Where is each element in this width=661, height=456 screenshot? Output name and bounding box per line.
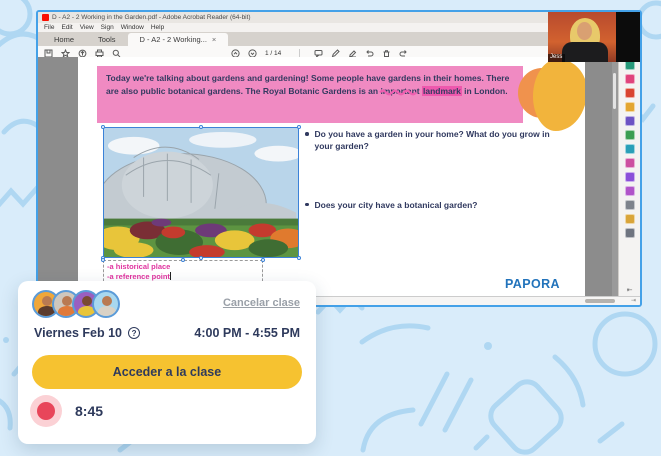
class-info-card: Cancelar clase Viernes Feb 10 ? 4:00 PM … <box>18 281 316 444</box>
class-date: Viernes Feb 10 <box>34 326 122 340</box>
tab-home[interactable]: Home <box>42 33 86 46</box>
vertical-scrollbar-thumb[interactable] <box>613 73 616 109</box>
combine-files-icon[interactable] <box>625 116 635 126</box>
window-title: D - A2 - 2 Working in the Garden.pdf - A… <box>52 14 251 21</box>
stamp-icon[interactable] <box>625 186 635 196</box>
collapse-panel-icon[interactable]: ⇤ <box>619 286 640 294</box>
help-icon[interactable]: ? <box>128 327 140 339</box>
highlighted-word: landmark <box>422 86 462 96</box>
pdf-page: Today we're talking about gardens and ga… <box>78 57 585 296</box>
horizontal-scrollbar-thumb[interactable] <box>585 299 615 303</box>
scribbled-word: important <box>380 86 419 96</box>
question-item: Do you have a garden in your home? What … <box>305 128 563 153</box>
resize-handle[interactable] <box>261 258 265 262</box>
participant-name-label: Jess <box>548 54 565 62</box>
record-dot-halo <box>30 395 62 427</box>
countdown-timer: 8:45 <box>30 395 103 427</box>
tab-document-label: D - A2 - 2 Working... <box>140 35 207 44</box>
bullet-dot <box>305 132 309 136</box>
screen: D - A2 - 2 Working in the Garden.pdf - A… <box>0 0 661 456</box>
participant-avatars <box>32 290 120 318</box>
measure-icon[interactable] <box>625 200 635 210</box>
adobe-app-icon <box>42 14 49 21</box>
tab-close-icon[interactable]: × <box>212 35 216 44</box>
page-indicator[interactable]: 1 / 14 <box>265 50 281 57</box>
record-dot-icon <box>37 402 55 420</box>
menu-sign[interactable]: Sign <box>101 24 114 31</box>
menu-window[interactable]: Window <box>121 24 144 31</box>
menu-help[interactable]: Help <box>151 24 164 31</box>
teacher-face <box>577 22 592 40</box>
garden-photo-image <box>104 128 298 257</box>
annotation-line: -a historical place <box>107 262 259 272</box>
menu-view[interactable]: View <box>80 24 94 31</box>
text-cursor <box>170 272 171 280</box>
menu-edit[interactable]: Edit <box>61 24 72 31</box>
cancel-class-link[interactable]: Cancelar clase <box>223 297 300 309</box>
pen-scribble-annotation <box>379 88 419 97</box>
yellow-decorative-blob <box>533 59 585 131</box>
tab-tools[interactable]: Tools <box>86 33 128 46</box>
papora-logo: PAPORA <box>505 277 560 291</box>
resize-handle[interactable] <box>297 125 301 129</box>
menu-file[interactable]: File <box>44 24 54 31</box>
timer-value: 8:45 <box>75 403 103 419</box>
fill-sign-icon[interactable] <box>625 158 635 168</box>
protect-icon[interactable] <box>625 214 635 224</box>
create-pdf-icon[interactable] <box>625 74 635 84</box>
join-class-button[interactable]: Acceder a la clase <box>32 355 302 389</box>
webcam-video-tile[interactable]: Jess <box>548 12 640 62</box>
schedule-row: Viernes Feb 10 ? 4:00 PM - 4:55 PM <box>34 326 300 340</box>
question-list: Do you have a garden in your home? What … <box>305 128 563 211</box>
garden-photo[interactable] <box>103 127 299 258</box>
request-signatures-icon[interactable] <box>625 172 635 182</box>
resize-handle[interactable] <box>101 258 105 262</box>
resize-handle[interactable] <box>199 125 203 129</box>
resize-handle[interactable] <box>101 125 105 129</box>
tools-panel: ⇤ <box>618 57 640 297</box>
question-item: Does your city have a botanical garden? <box>305 199 563 211</box>
resize-handle[interactable] <box>297 256 301 260</box>
scrollbar-end-icon[interactable]: ⇥ <box>631 297 636 305</box>
class-time: 4:00 PM - 4:55 PM <box>194 326 300 340</box>
intro-text-block: Today we're talking about gardens and ga… <box>97 66 523 123</box>
organize-pages-icon[interactable] <box>625 130 635 140</box>
bullet-dot <box>305 203 309 207</box>
more-tools-icon[interactable] <box>625 228 635 238</box>
compress-pdf-icon[interactable] <box>625 144 635 154</box>
question-text: Does your city have a botanical garden? <box>315 199 478 211</box>
pdf-viewport: Today we're talking about gardens and ga… <box>38 57 640 297</box>
avatar <box>92 290 120 318</box>
question-text: Do you have a garden in your home? What … <box>315 128 564 153</box>
resize-handle[interactable] <box>181 258 185 262</box>
intro-text-end: in London. <box>462 86 508 96</box>
comment-tool-icon[interactable] <box>625 102 635 112</box>
teacher-torso <box>562 42 608 62</box>
edit-pdf-icon[interactable] <box>625 88 635 98</box>
tab-document[interactable]: D - A2 - 2 Working... × <box>128 33 229 46</box>
